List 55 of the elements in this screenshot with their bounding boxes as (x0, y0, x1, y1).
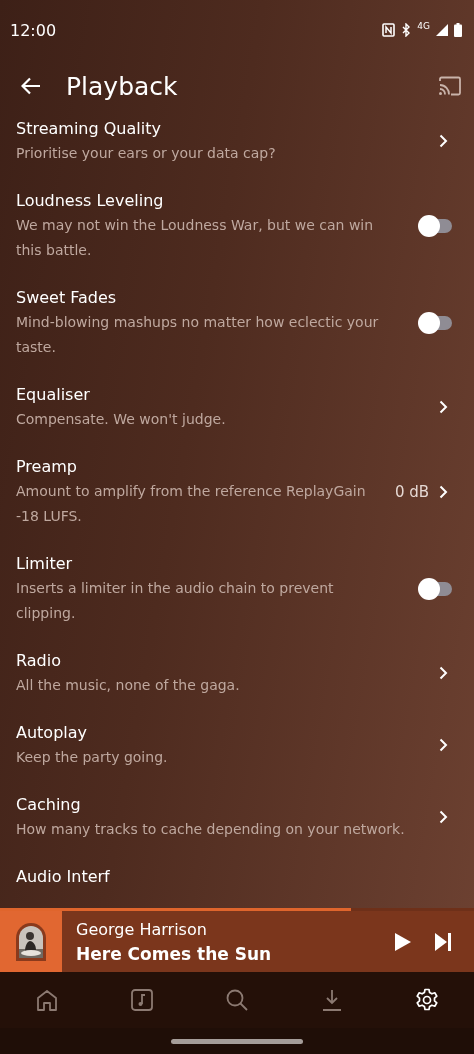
network-type: 4G (417, 21, 430, 31)
page-title: Playback (66, 71, 179, 101)
setting-title: Sweet Fades (16, 287, 118, 309)
chevron-right-icon (439, 810, 448, 824)
setting-row[interactable]: Streaming Quality Prioritise your ears or your data cap? (0, 116, 474, 188)
settings-icon (414, 988, 439, 1012)
setting-row[interactable]: Loudness Leveling We may not win the Loudness War, but we can win this battle. (0, 188, 474, 285)
play-icon[interactable] (394, 931, 412, 952)
setting-title: Limiter (16, 553, 74, 575)
setting-title: Preamp (16, 456, 78, 478)
setting-row[interactable]: Radio All the music, none of the gaga. (0, 648, 474, 720)
toggle-switch[interactable] (418, 214, 454, 237)
signal-icon (436, 24, 448, 36)
setting-title: Audio Interf (16, 866, 111, 888)
setting-description: Amount to amplify from the reference ReplayGain -18 LUFS. (16, 482, 367, 526)
skip-next-icon[interactable] (434, 931, 452, 952)
setting-description: How many tracks to cache depending on your network. (16, 820, 406, 839)
setting-row[interactable]: Equaliser Compensate. We won't judge. (0, 382, 474, 454)
setting-description: Inserts a limiter in the audio chain to prevent clipping. (16, 579, 335, 623)
track-title: Here Comes the Sun (76, 942, 273, 966)
search-icon (225, 988, 249, 1012)
setting-title: Loudness Leveling (16, 190, 165, 212)
setting-row[interactable]: Sweet Fades Mind-blowing mashups no matter how eclectic your taste. (0, 285, 474, 382)
setting-description: Prioritise your ears or your data cap? (16, 144, 277, 163)
cast-icon[interactable] (438, 76, 462, 96)
chevron-right-icon (439, 738, 448, 752)
toggle-switch[interactable] (418, 577, 454, 600)
setting-description: We may not win the Loudness War, but we can win this battle. (16, 216, 375, 260)
setting-title: Streaming Quality (16, 118, 162, 140)
status-time: 12:00 (10, 20, 57, 40)
setting-row[interactable]: Autoplay Keep the party going. (0, 720, 474, 792)
battery-icon (454, 23, 462, 37)
toggle-switch[interactable] (418, 311, 454, 334)
setting-row[interactable]: Preamp Amount to amplify from the reference ReplayGain -18 LUFS. 0 dB (0, 454, 474, 551)
nfc-icon (382, 23, 396, 37)
chevron-right-icon (439, 134, 448, 148)
setting-title: Autoplay (16, 722, 89, 744)
back-arrow-icon[interactable] (21, 77, 41, 95)
setting-row[interactable]: Limiter Inserts a limiter in the audio chain to prevent clipping. (0, 551, 474, 648)
setting-description: Compensate. We won't judge. (16, 410, 227, 429)
setting-title: Caching (16, 794, 82, 816)
home-icon (35, 988, 60, 1012)
setting-description: All the music, none of the gaga. (16, 676, 241, 695)
chevron-right-icon (439, 666, 448, 680)
chevron-right-icon (439, 484, 448, 499)
setting-title: Radio (16, 650, 62, 672)
setting-value: 0 dB (394, 482, 429, 501)
setting-description: Keep the party going. (16, 748, 169, 767)
chevron-right-icon (439, 400, 448, 414)
bluetooth-icon (401, 23, 412, 37)
music-note-icon (130, 988, 155, 1012)
setting-description: Mind-blowing mashups no matter how eclectic your taste. (16, 313, 380, 357)
artist-name: George Harrison (76, 918, 208, 941)
setting-row[interactable]: Caching How many tracks to cache depending on your network. (0, 792, 474, 864)
setting-title: Equaliser (16, 384, 91, 406)
